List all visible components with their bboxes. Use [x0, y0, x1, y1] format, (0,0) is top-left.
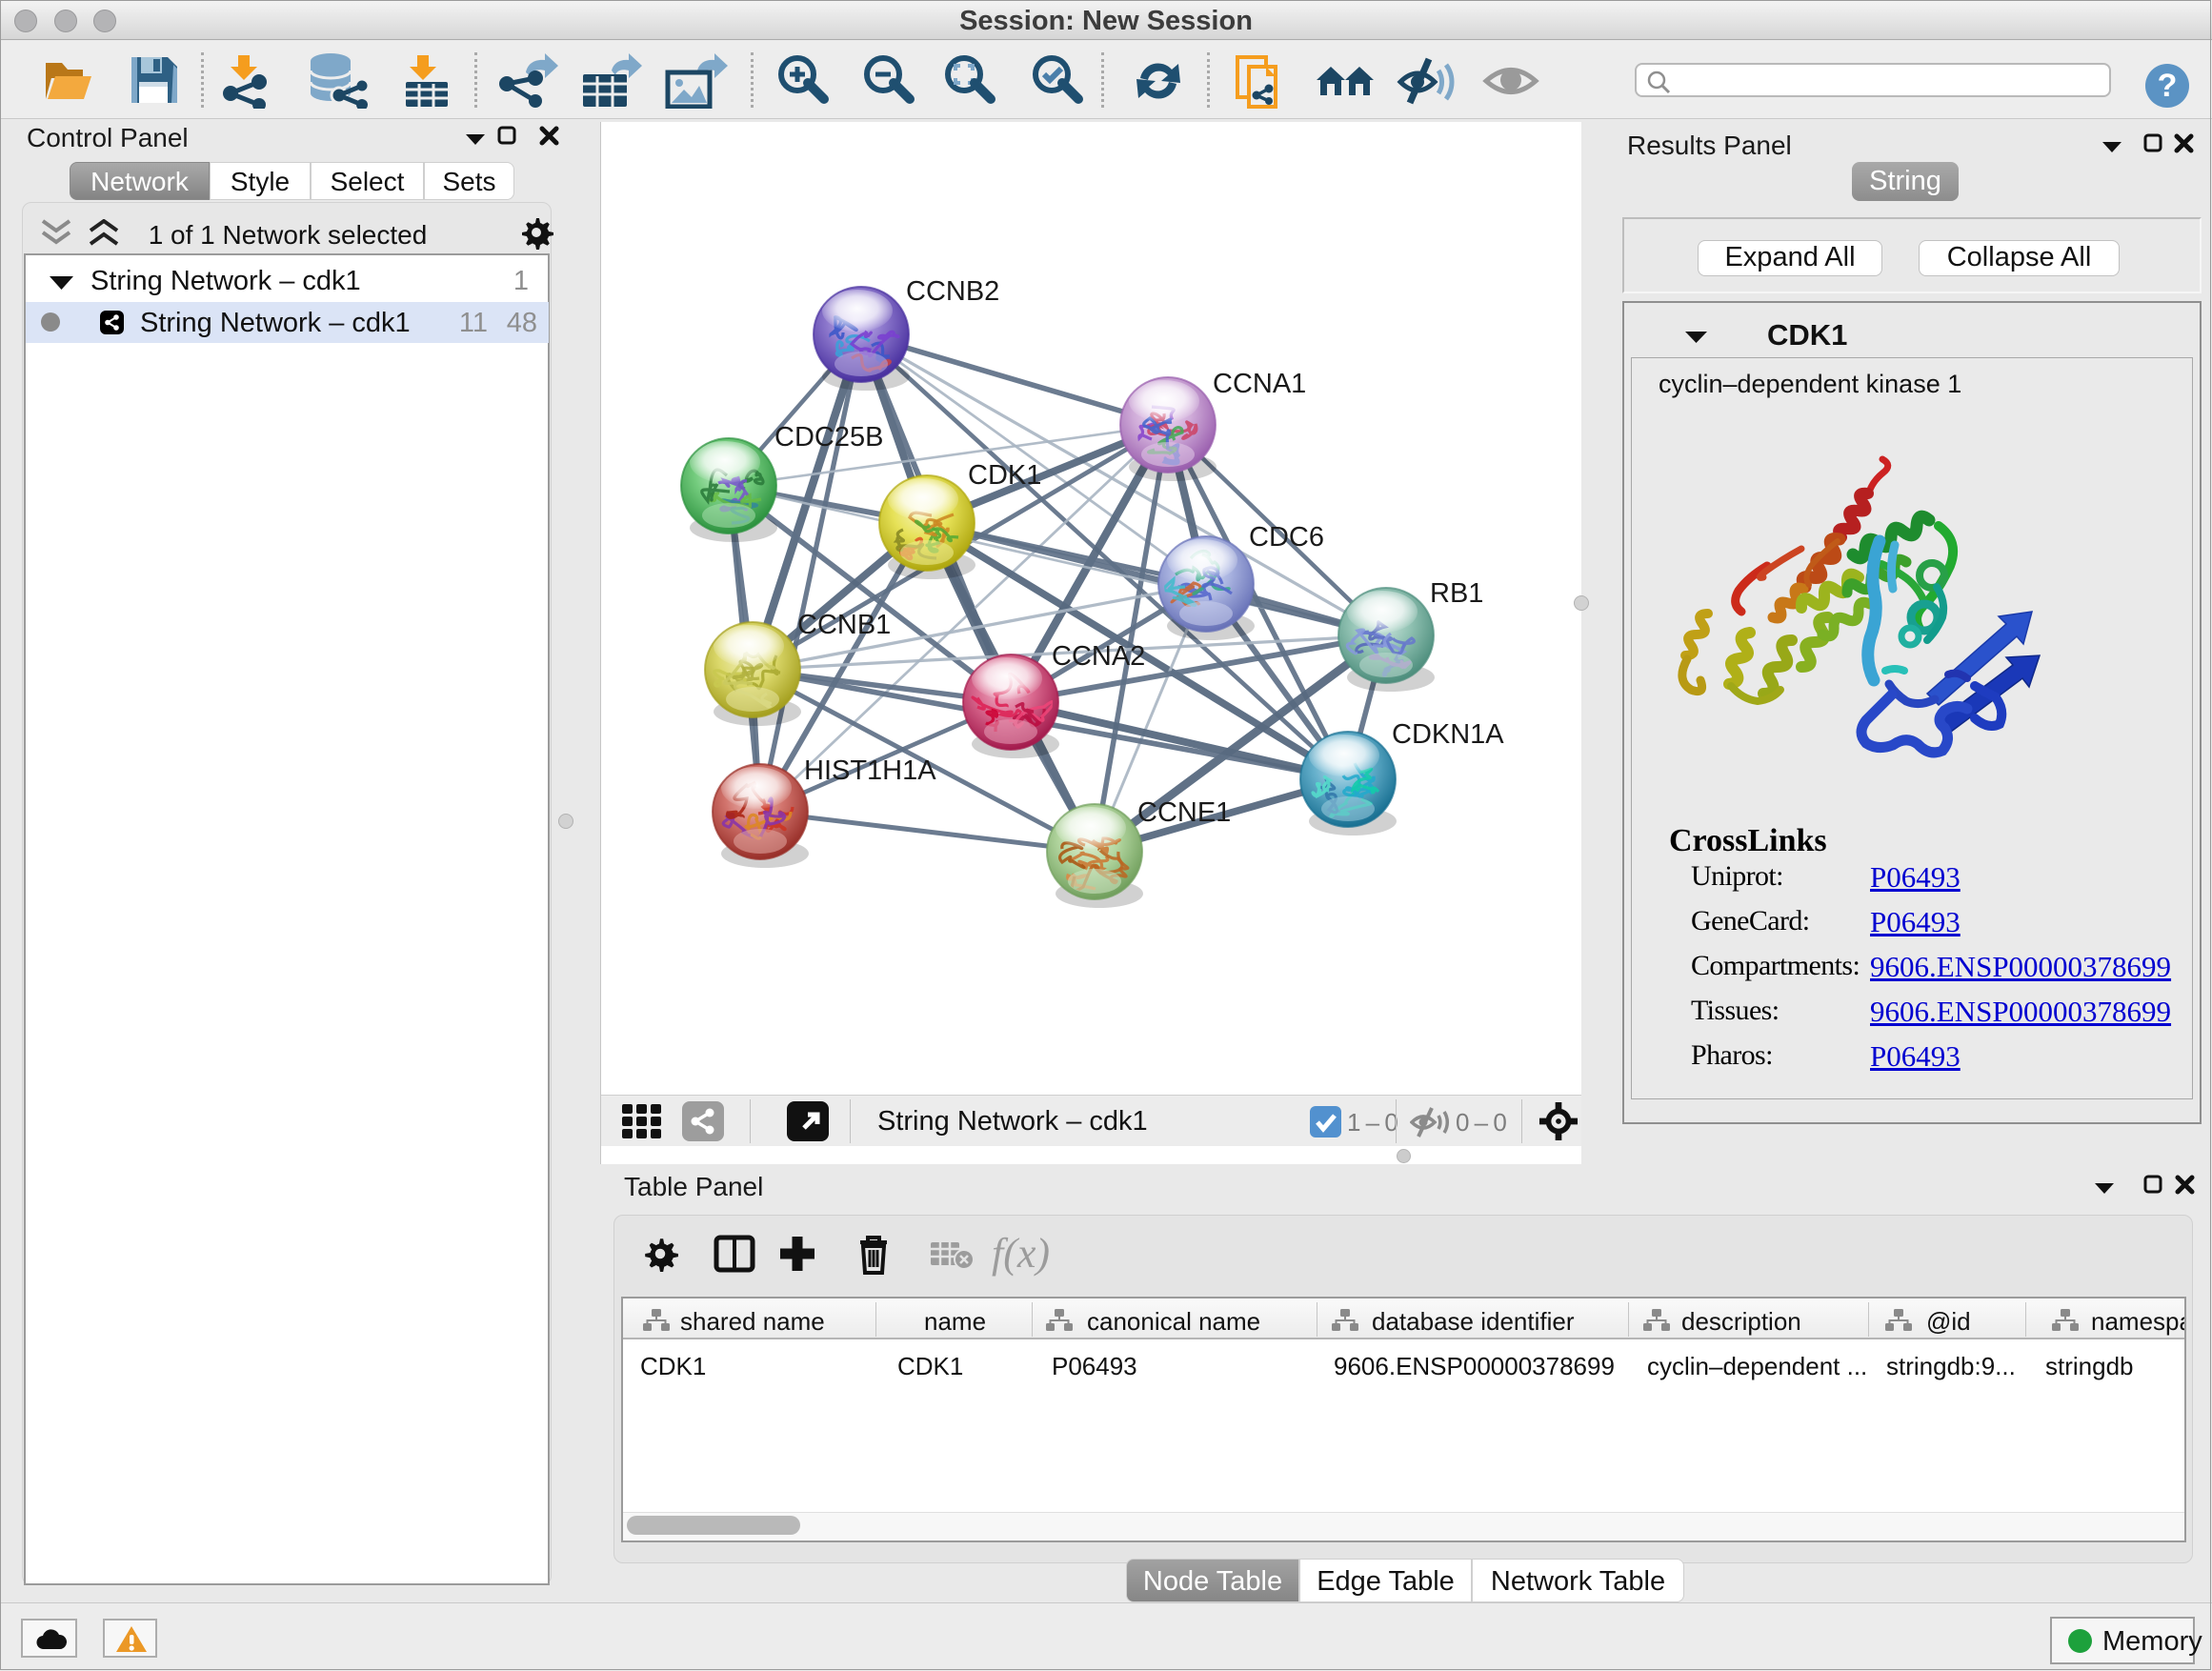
svg-text:CDC25B: CDC25B [774, 422, 883, 453]
svg-text:CCNA1: CCNA1 [1213, 369, 1306, 399]
svg-text:CCNB2: CCNB2 [906, 276, 999, 307]
svg-text:CDK1: CDK1 [968, 460, 1041, 491]
svg-text:HIST1H1A: HIST1H1A [804, 755, 936, 786]
svg-text:CDKN1A: CDKN1A [1392, 719, 1504, 750]
svg-text:CDC6: CDC6 [1249, 522, 1324, 553]
svg-text:CCNB1: CCNB1 [797, 610, 891, 640]
svg-text:CCNA2: CCNA2 [1052, 641, 1145, 672]
svg-text:CCNE1: CCNE1 [1137, 797, 1231, 828]
svg-text:RB1: RB1 [1430, 578, 1483, 609]
